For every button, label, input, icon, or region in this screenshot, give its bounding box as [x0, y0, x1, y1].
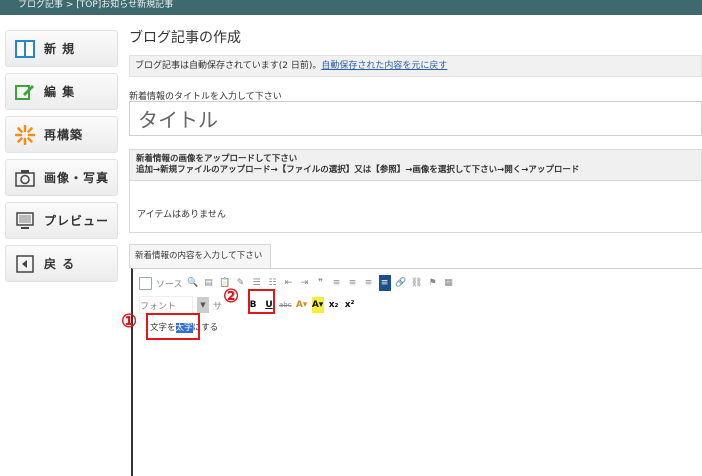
link-icon[interactable]: 🔗 [395, 275, 407, 291]
font-label: フォント [140, 301, 177, 312]
page-title: ブログ記事の作成 [129, 30, 241, 46]
subscript-button[interactable]: x₂ [328, 297, 340, 313]
sidebar-item-back[interactable]: 戻 る [5, 245, 118, 282]
size-label: サ [213, 301, 223, 312]
text-color-button[interactable]: A▾ [296, 297, 308, 313]
justify-icon[interactable]: ≡ [378, 275, 391, 291]
upload-steps: 追加→新規ファイルのアップロード→【ファイルの選択】又は【参照】→画像を選択して… [136, 165, 580, 175]
step-1-marker: ① [121, 311, 138, 332]
upload-heading: 新着情報の画像をアップロードして下さい [136, 154, 298, 164]
preview-doc-icon[interactable]: 🔍 [187, 275, 199, 291]
camera-icon [14, 167, 36, 189]
new-page-icon [14, 38, 36, 60]
sidebar-item-edit[interactable]: 編 集 [5, 73, 118, 110]
font-select[interactable]: フォント [139, 296, 193, 314]
sidebar-item-label: 編 集 [44, 85, 76, 99]
top-bar: ブログ記事 > [TOP]お知らせ新規記事 [0, 0, 702, 15]
image-upload-panel: 新着情報の画像をアップロードして下さい 追加→新規ファイルのアップロード→【ファ… [129, 149, 702, 233]
align-left-icon[interactable]: ≡ [331, 275, 343, 291]
upload-empty-text: アイテムはありません [137, 210, 226, 220]
restore-autosave-link[interactable]: 自動保存された内容を元に戻す [321, 61, 447, 71]
source-button[interactable]: ソース [139, 275, 183, 291]
rich-text-editor[interactable]: ソース 🔍 ▤ 📋 ✎ ☰ ☷ ⇤ ⇥ ❞ ≡ ≡ ≡ ≡ 🔗 ⛓ ⚑ ▦ フォ… [131, 268, 702, 476]
content-tab[interactable]: 新着情報の内容を入力して下さい [129, 244, 271, 268]
title-input[interactable] [129, 101, 702, 136]
source-label: ソース [156, 279, 183, 290]
step-2-marker: ② [223, 286, 240, 307]
editor-toolbar-row-1: ソース 🔍 ▤ 📋 ✎ ☰ ☷ ⇤ ⇥ ❞ ≡ ≡ ≡ ≡ 🔗 ⛓ ⚑ ▦ [139, 274, 459, 292]
source-icon [139, 276, 152, 290]
font-dropdown-arrow-icon[interactable]: ▼ [197, 297, 209, 313]
sidebar-item-preview[interactable]: プレビュー [5, 202, 118, 239]
selection-highlight-box [146, 313, 200, 340]
table-icon[interactable]: ▦ [443, 275, 455, 291]
templates-icon[interactable]: ▤ [203, 275, 215, 291]
sidebar-item-label: プレビュー [44, 214, 110, 228]
strikethrough-button[interactable]: abc [279, 297, 292, 313]
sidebar-item-images[interactable]: 画像・写真 [5, 159, 118, 196]
sidebar: 新 規 編 集 再構築 画像・写真 プレビュー 戻 る [5, 30, 118, 288]
upload-instructions: 新着情報の画像をアップロードして下さい 追加→新規ファイルのアップロード→【ファ… [130, 150, 701, 181]
bold-button-highlight-box [248, 289, 275, 314]
sidebar-item-label: 新 規 [44, 42, 76, 56]
rebuild-icon [14, 124, 36, 146]
sidebar-item-label: 戻 る [44, 257, 76, 271]
sidebar-item-label: 再構築 [44, 128, 84, 142]
align-center-icon[interactable]: ≡ [347, 275, 359, 291]
unlink-icon[interactable]: ⛓ [411, 275, 423, 291]
back-icon [14, 253, 36, 275]
sidebar-item-label: 画像・写真 [44, 171, 110, 185]
outdent-icon[interactable]: ⇤ [283, 275, 295, 291]
blockquote-icon[interactable]: ❞ [315, 275, 327, 291]
background-color-button[interactable]: A▾ [311, 297, 324, 313]
sidebar-item-new[interactable]: 新 規 [5, 30, 118, 67]
preview-icon [14, 210, 36, 232]
edit-icon [14, 81, 36, 103]
align-right-icon[interactable]: ≡ [363, 275, 375, 291]
sidebar-item-rebuild[interactable]: 再構築 [5, 116, 118, 153]
indent-icon[interactable]: ⇥ [299, 275, 311, 291]
autosave-notice: ブログ記事は自動保存されています(2 日前)。自動保存された内容を元に戻す [129, 55, 702, 77]
breadcrumb: ブログ記事 > [TOP]お知らせ新規記事 [18, 0, 174, 10]
anchor-icon[interactable]: ⚑ [427, 275, 439, 291]
superscript-button[interactable]: x² [344, 297, 356, 313]
autosave-message: ブログ記事は自動保存されています(2 日前)。 [135, 61, 322, 71]
